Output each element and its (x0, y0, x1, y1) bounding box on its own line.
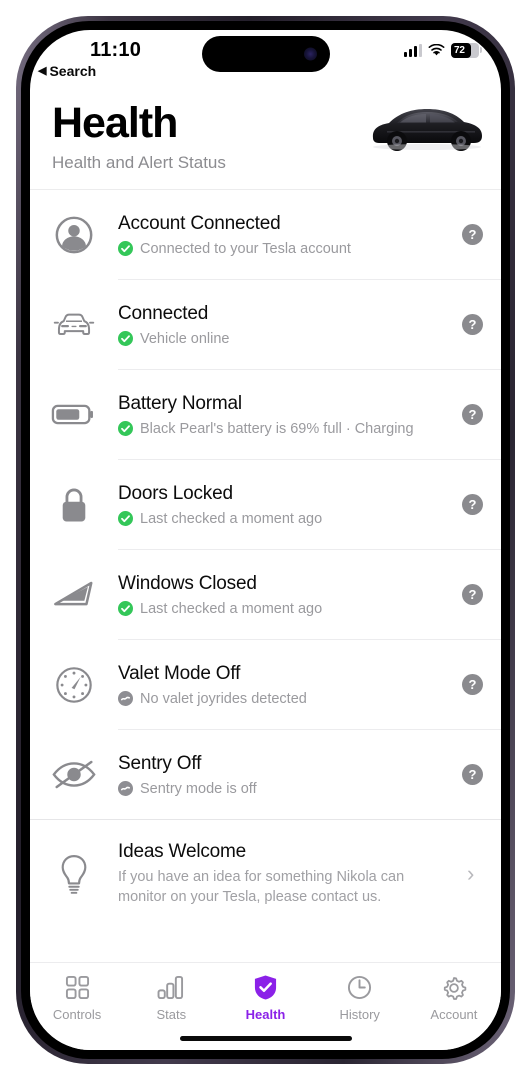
row-status: No valet joyrides detected (118, 691, 452, 707)
cellular-bars-icon (404, 44, 422, 57)
row-status: Connected to your Tesla account (118, 241, 452, 257)
tab-label: History (339, 1007, 380, 1022)
home-indicator (179, 1036, 352, 1041)
tab-label: Stats (156, 1007, 187, 1022)
row-title: Ideas Welcome (118, 840, 246, 862)
status-indicators: 72 (404, 43, 482, 58)
gear-icon (441, 974, 467, 1001)
page-subtitle: Health and Alert Status (52, 153, 226, 173)
table-row[interactable]: Account Connected Connected to your Tesl… (30, 190, 501, 279)
tab-label: Account (430, 1007, 478, 1022)
table-row[interactable]: Connected Vehicle online ? (30, 280, 501, 369)
grid-icon (65, 974, 90, 1001)
back-label: Search (49, 63, 97, 79)
row-content: Sentry Off Sentry mode is off (118, 753, 462, 797)
minus-circle-icon (118, 691, 133, 707)
minus-circle-icon (118, 781, 133, 797)
tab-bar: Controls Stats Health History Account (30, 962, 501, 1050)
back-to-search-link[interactable]: ◀ Search (38, 63, 96, 79)
check-circle-icon (118, 421, 133, 437)
help-button[interactable]: ? (462, 584, 483, 606)
row-content: Doors Locked Last checked a moment ago (118, 483, 462, 527)
row-status-text: Connected to your Tesla account (140, 240, 351, 257)
check-circle-icon (118, 601, 133, 617)
lock-icon (30, 485, 118, 525)
row-status-text: Last checked a moment ago (140, 600, 323, 617)
clock-icon (347, 974, 372, 1001)
eye-slash-icon (30, 758, 118, 791)
help-button[interactable]: ? (462, 674, 483, 696)
row-title: Account Connected (118, 212, 281, 234)
tab-controls[interactable]: Controls (30, 974, 124, 1022)
battery-icon: 72 (451, 43, 482, 58)
row-content: Windows Closed Last checked a moment ago (118, 573, 462, 617)
window-icon (30, 578, 118, 611)
check-circle-icon (118, 331, 133, 347)
battery-level: 72 (454, 45, 465, 56)
table-row[interactable]: Windows Closed Last checked a moment ago… (30, 550, 501, 639)
dynamic-island (201, 36, 330, 72)
tab-label: Controls (52, 1007, 102, 1022)
vehicle-image (367, 98, 487, 156)
battery-icon (30, 402, 118, 427)
chevron-right-icon: › (467, 861, 475, 887)
row-status-text: Last checked a moment ago (140, 510, 323, 527)
table-row[interactable]: Doors Locked Last checked a moment ago ? (30, 460, 501, 549)
wifi-icon (428, 43, 445, 57)
front-camera-icon (303, 47, 317, 61)
row-content: Ideas Welcome If you have an idea for so… (118, 841, 463, 908)
row-title: Sentry Off (118, 752, 202, 774)
table-row[interactable]: Valet Mode Off No valet joyrides detecte… (30, 640, 501, 729)
row-content: Valet Mode Off No valet joyrides detecte… (118, 663, 462, 707)
phone-frame: 11:10 ◀ Search 72 Health Health and Aler… (16, 16, 515, 1064)
page-header: Health Health and Alert Status (30, 86, 501, 191)
row-content: Account Connected Connected to your Tesl… (118, 213, 462, 257)
row-description: If you have an idea for something Nikola… (118, 868, 405, 906)
help-button[interactable]: ? (462, 404, 483, 426)
status-time: 11:10 (90, 39, 142, 61)
speedometer-icon (30, 665, 118, 705)
row-title: Doors Locked (118, 482, 233, 504)
tab-stats[interactable]: Stats (124, 974, 218, 1022)
row-status-text: Vehicle online (140, 330, 230, 347)
health-status-list: Account Connected Connected to your Tesl… (30, 190, 501, 928)
car-front-icon (30, 309, 118, 341)
help-button[interactable]: ? (462, 494, 483, 516)
row-status: Sentry mode is off (118, 781, 452, 797)
row-status: Last checked a moment ago (118, 511, 452, 527)
help-button[interactable]: ? (462, 764, 483, 786)
shield-check-icon (253, 974, 278, 1001)
lightbulb-icon (30, 852, 118, 896)
check-circle-icon (118, 241, 133, 257)
ideas-welcome-row[interactable]: Ideas Welcome If you have an idea for so… (30, 820, 501, 928)
row-title: Valet Mode Off (118, 662, 241, 684)
tab-label: Health (245, 1007, 286, 1022)
account-circle-icon (30, 214, 118, 256)
table-row[interactable]: Battery Normal Black Pearl's battery is … (30, 370, 501, 459)
tab-history[interactable]: History (313, 974, 407, 1022)
row-status-text: Sentry mode is off (140, 780, 257, 797)
row-title: Windows Closed (118, 572, 257, 594)
phone-bezel: 11:10 ◀ Search 72 Health Health and Aler… (21, 21, 510, 1059)
row-title: Battery Normal (118, 392, 242, 414)
row-status: Black Pearl's battery is 69% full · Char… (118, 421, 452, 437)
status-bar: 11:10 ◀ Search 72 (30, 30, 501, 86)
row-content: Connected Vehicle online (118, 303, 462, 347)
row-title: Connected (118, 302, 209, 324)
bar-chart-icon (157, 974, 186, 1001)
table-row[interactable]: Sentry Off Sentry mode is off ? (30, 730, 501, 819)
tab-account[interactable]: Account (407, 974, 501, 1022)
row-status-text: No valet joyrides detected (140, 690, 307, 707)
row-content: Battery Normal Black Pearl's battery is … (118, 393, 462, 437)
screenshot-root: 11:10 ◀ Search 72 Health Health and Aler… (0, 0, 531, 1080)
row-status-text: Black Pearl's battery is 69% full · Char… (140, 420, 414, 437)
help-button[interactable]: ? (462, 314, 483, 336)
row-status: Vehicle online (118, 331, 452, 347)
row-status: Last checked a moment ago (118, 601, 452, 617)
check-circle-icon (118, 511, 133, 527)
phone-screen: 11:10 ◀ Search 72 Health Health and Aler… (30, 30, 501, 1050)
back-arrow-icon: ◀ (38, 64, 47, 77)
help-button[interactable]: ? (462, 224, 483, 246)
tab-health[interactable]: Health (218, 974, 312, 1022)
